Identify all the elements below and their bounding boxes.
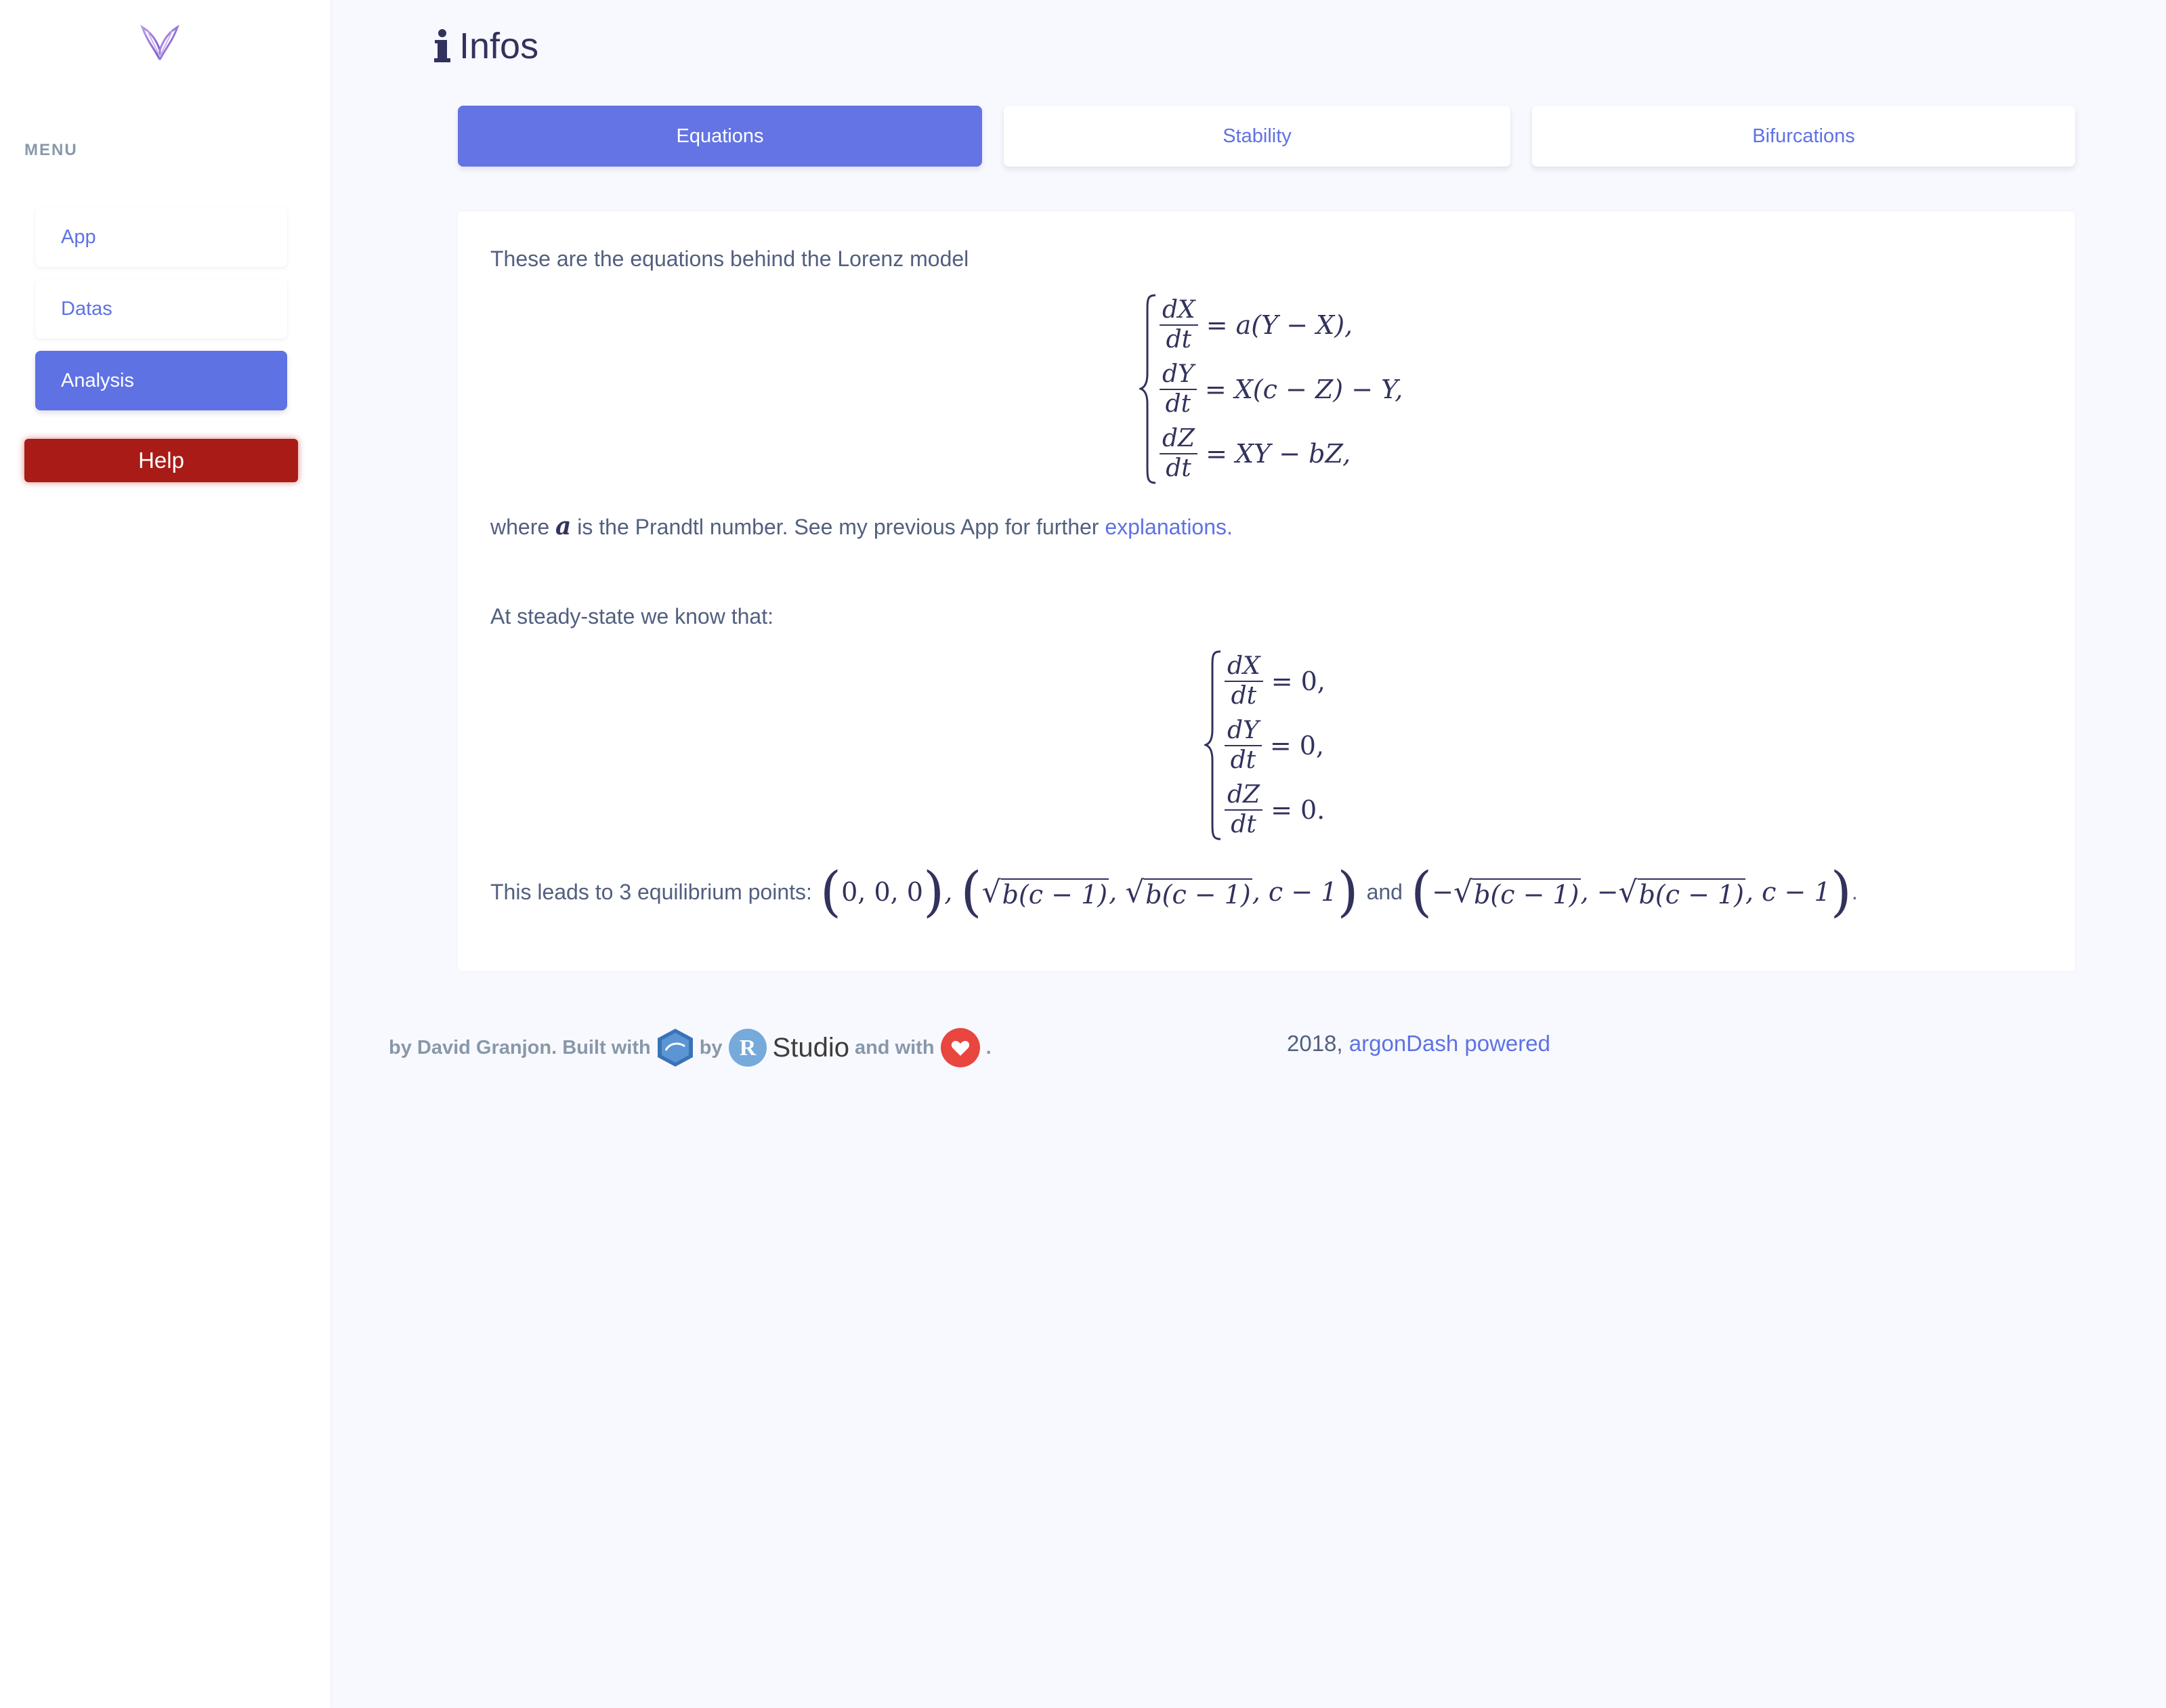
- sidebar-item-app[interactable]: App: [35, 207, 287, 267]
- tab-equations[interactable]: Equations: [458, 106, 982, 167]
- fraction-denominator: dt: [1230, 746, 1256, 774]
- close-paren: ): [1337, 860, 1359, 923]
- page-title-text: Infos: [459, 26, 539, 66]
- equation-row: dY dt = 0,: [1225, 713, 1325, 777]
- where-variable: a: [555, 512, 572, 540]
- footer-by-word: by: [699, 1036, 723, 1059]
- info-icon: [434, 29, 450, 62]
- tab-label: Equations: [676, 125, 764, 147]
- equilibrium-points-line: This leads to 3 equilibrium points: ( 0,…: [490, 860, 1858, 923]
- rstudio-r-icon[interactable]: R: [728, 1028, 767, 1067]
- prandtl-note: where a is the Prandtl number. See my pr…: [490, 512, 1233, 540]
- left-brace-icon: [1204, 650, 1221, 840]
- fraction-denominator: dt: [1231, 681, 1257, 710]
- minus-sign: −: [1432, 877, 1454, 907]
- fraction-numerator: dZ: [1160, 425, 1198, 454]
- footer-credits: by David Granjon. Built with by R Studio…: [389, 1024, 992, 1071]
- footer-by-text: by David Granjon. Built with: [389, 1036, 651, 1059]
- tab-bifurcations[interactable]: Bifurcations: [1532, 106, 2075, 167]
- butterfly-logo-icon[interactable]: [138, 22, 182, 65]
- footer-period: .: [985, 1036, 992, 1059]
- steady-state-text: At steady-state we know that:: [490, 604, 773, 628]
- sqrt-term: √ b(c − 1): [1618, 874, 1746, 910]
- help-button-label: Help: [138, 448, 184, 473]
- and-word: and: [1366, 879, 1403, 904]
- page-title: Infos: [433, 24, 538, 68]
- argondash-link[interactable]: argonDash powered: [1349, 1031, 1550, 1056]
- fraction-denominator: dt: [1166, 454, 1191, 482]
- equation-row: dX dt = 0,: [1225, 649, 1325, 713]
- sqrt-term: √ b(c − 1): [981, 874, 1109, 910]
- close-paren: ): [1830, 860, 1852, 923]
- fraction-denominator: dt: [1231, 810, 1256, 838]
- where-suffix: .: [1227, 515, 1233, 539]
- left-brace-icon: [1139, 294, 1156, 484]
- fraction-numerator: dY: [1160, 360, 1197, 390]
- sqrt-term: √ b(c − 1): [1125, 874, 1252, 910]
- shiny-hex-icon[interactable]: [656, 1027, 694, 1068]
- equation-rhs: = 0,: [1269, 730, 1324, 761]
- sqrt-term: √ b(c − 1): [1453, 874, 1581, 910]
- open-paren: (: [960, 860, 982, 923]
- tab-label: Bifurcations: [1752, 125, 1855, 147]
- intro-text: These are the equations behind the Loren…: [490, 247, 969, 271]
- fraction-numerator: dY: [1225, 717, 1262, 746]
- sidebar-item-label: App: [61, 226, 96, 248]
- tab-label: Stability: [1223, 125, 1292, 147]
- equilibrium-tail: , c − 1: [1252, 877, 1338, 907]
- equilibrium-point-origin: 0, 0, 0: [841, 877, 923, 907]
- tab-stability[interactable]: Stability: [1004, 106, 1510, 167]
- help-button[interactable]: Help: [24, 439, 298, 482]
- equilibrium-tail: , c − 1: [1745, 877, 1831, 907]
- steady-state-equation-system: dX dt = 0, dY dt = 0, dZ dt = 0.: [1204, 649, 1325, 842]
- period: .: [1851, 879, 1858, 904]
- open-paren: (: [820, 860, 842, 923]
- where-middle: is the Prandtl number. See my previous A…: [577, 515, 1099, 539]
- fraction-denominator: dt: [1165, 389, 1191, 418]
- svg-text:R: R: [739, 1036, 756, 1061]
- equation-rhs: = a(Y − X),: [1206, 309, 1353, 340]
- sidebar-item-label: Analysis: [61, 369, 134, 391]
- equation-rhs: = XY − bZ,: [1206, 438, 1351, 469]
- explanations-link[interactable]: explanations: [1105, 515, 1227, 539]
- fraction-numerator: dZ: [1225, 781, 1263, 811]
- fraction-denominator: dt: [1166, 325, 1192, 354]
- equation-row: dZ dt = 0.: [1225, 777, 1325, 842]
- equation-row: dZ dt = XY − bZ,: [1160, 421, 1403, 486]
- sidebar-item-analysis[interactable]: Analysis: [35, 351, 287, 410]
- footer-year: 2018,: [1287, 1031, 1343, 1056]
- lorenz-equation-system: dX dt = a(Y − X), dY dt = X(c − Z) − Y, dZ…: [1139, 293, 1403, 486]
- where-prefix: where: [490, 515, 550, 539]
- footer-copyright: 2018, argonDash powered: [1287, 1031, 1550, 1056]
- rstudio-wordmark: Studio: [772, 1032, 849, 1063]
- heart-icon: [940, 1028, 980, 1067]
- equation-rhs: = 0,: [1271, 666, 1325, 696]
- fraction-numerator: dX: [1225, 652, 1263, 682]
- open-paren: (: [1410, 860, 1432, 923]
- equation-rhs: = X(c − Z) − Y,: [1204, 374, 1403, 404]
- minus-sign: −: [1596, 877, 1619, 907]
- fraction-numerator: dX: [1160, 296, 1198, 326]
- footer-and-with: and with: [854, 1036, 935, 1059]
- equilibrium-prefix: This leads to 3 equilibrium points:: [490, 879, 812, 904]
- close-paren: ): [922, 860, 945, 923]
- equation-row: dX dt = a(Y − X),: [1160, 293, 1403, 357]
- sidebar-item-label: Datas: [61, 297, 112, 320]
- equation-rhs: = 0.: [1271, 794, 1325, 825]
- menu-heading: MENU: [24, 141, 78, 159]
- sidebar: MENU App Datas Analysis Help: [0, 0, 331, 1708]
- sidebar-item-datas[interactable]: Datas: [35, 279, 287, 339]
- equation-row: dY dt = X(c − Z) − Y,: [1160, 357, 1403, 421]
